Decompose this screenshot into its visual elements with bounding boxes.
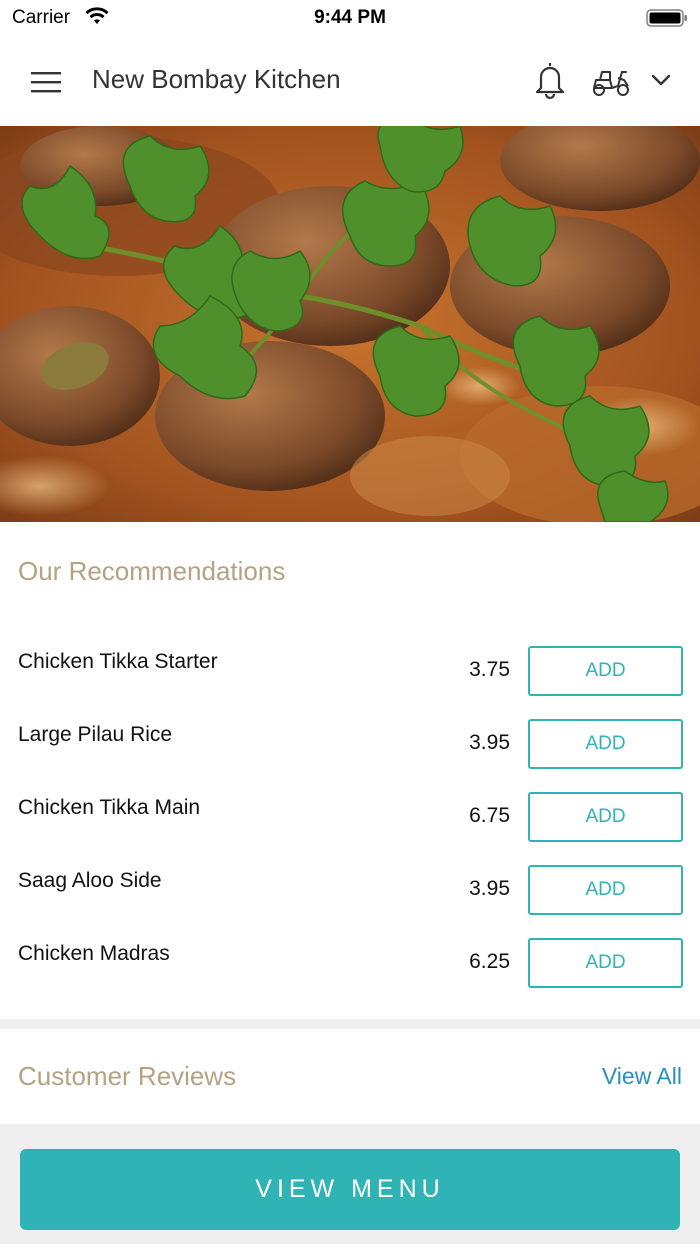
menu-icon[interactable] xyxy=(30,70,62,94)
nav-bar: New Bombay Kitchen xyxy=(0,36,700,126)
item-price: 6.75 xyxy=(469,804,510,827)
item-name: Saag Aloo Side xyxy=(18,869,162,892)
list-item: Saag Aloo Side 3.95 ADD xyxy=(0,865,700,917)
curry-photo xyxy=(0,126,700,522)
battery-icon xyxy=(646,9,687,27)
view-all-link[interactable]: View All xyxy=(602,1063,682,1090)
item-price: 3.75 xyxy=(469,658,510,681)
chevron-down-icon[interactable] xyxy=(650,72,672,88)
reviews-heading: Customer Reviews xyxy=(18,1061,237,1091)
clock: 9:44 PM xyxy=(314,7,386,28)
add-button[interactable]: ADD xyxy=(528,719,683,769)
list-item: Chicken Madras 6.25 ADD xyxy=(0,938,700,990)
recommendations-heading: Our Recommendations xyxy=(18,556,286,586)
item-price: 3.95 xyxy=(469,731,510,754)
hero-image xyxy=(0,126,700,522)
item-name: Large Pilau Rice xyxy=(18,723,173,746)
status-bar: Carrier 9:44 PM xyxy=(0,0,700,36)
add-button[interactable]: ADD xyxy=(528,792,683,842)
item-price: 3.95 xyxy=(469,877,510,900)
bell-icon[interactable] xyxy=(533,60,567,100)
scooter-icon[interactable] xyxy=(590,64,632,98)
list-item: Chicken Tikka Main 6.75 ADD xyxy=(0,792,700,844)
item-name: Chicken Tikka Starter xyxy=(18,650,218,673)
item-name: Chicken Tikka Main xyxy=(18,796,201,819)
restaurant-title: New Bombay Kitchen xyxy=(92,64,341,94)
add-button[interactable]: ADD xyxy=(528,646,683,696)
list-item: Chicken Tikka Starter 3.75 ADD xyxy=(0,646,700,698)
item-price: 6.25 xyxy=(469,950,510,973)
add-button[interactable]: ADD xyxy=(528,938,683,988)
add-button[interactable]: ADD xyxy=(528,865,683,915)
view-menu-button[interactable]: VIEW MENU xyxy=(20,1149,680,1230)
list-item: Large Pilau Rice 3.95 ADD xyxy=(0,719,700,771)
section-divider xyxy=(0,1019,700,1029)
item-name: Chicken Madras xyxy=(18,942,170,965)
